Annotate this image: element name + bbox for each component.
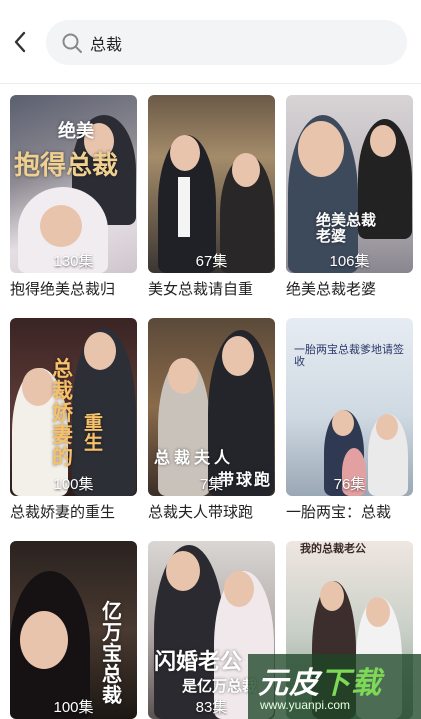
drama-card[interactable]: 67集 美女总裁请自重 [148,95,275,301]
episode-count: 130集 [53,253,94,270]
poster-title-art: 闪婚老公 [154,649,243,675]
poster-image: 绝美 抱得总裁 130集 [10,95,137,273]
search-box[interactable] [46,20,407,65]
poster-image: 67集 [148,95,275,273]
episode-count: 100集 [53,476,94,493]
poster-title-art: 一胎两宝总裁爹地请签收 [294,343,404,368]
poster-title-art: 我的总裁老公 [300,542,366,555]
poster-title-art: 亿万宝总裁 [102,599,122,707]
episode-count: 106集 [329,253,370,270]
episode-count: 76集 [333,476,366,493]
drama-title: 总裁夫人带球跑 [148,504,254,521]
drama-title: 抱得绝美总裁归 [10,281,116,298]
watermark-text: 下载 [320,667,382,700]
episode-count: 67集 [195,253,228,270]
poster-image: 一胎两宝总裁爹地请签收 76集 [286,318,413,496]
watermark-url: www.yuanpi.com [260,698,351,712]
poster-image: 亿万宝总裁 100集 [10,541,137,719]
drama-card[interactable]: 绝美总裁老婆 106集 绝美总裁老婆 [286,95,413,301]
drama-title: 一胎两宝：总裁 [286,504,392,521]
poster-title-art: 是亿万总裁 [182,677,258,695]
poster-title-art: 抱得总裁 [14,151,119,181]
poster-title-art: 总裁娇妻的 [52,356,73,470]
drama-card[interactable]: 绝美 抱得总裁 130集 抱得绝美总裁归 [10,95,137,301]
poster-image: 总裁娇妻的 重生 100集 [10,318,137,496]
results-grid: 绝美 抱得总裁 130集 抱得绝美总裁归 67集 美女总裁请自重 绝美总裁老婆 … [10,95,413,719]
search-input[interactable] [90,33,370,52]
poster-title-art: 重生 [84,412,104,454]
drama-card[interactable]: 亿万宝总裁 100集 [10,541,137,719]
episode-count: 7集 [199,476,224,493]
site-watermark: 元皮下载 www.yuanpi.com [248,654,421,719]
drama-card[interactable]: 总裁夫人 带球跑 7集 总裁夫人带球跑 [148,318,275,524]
watermark-text: 元皮 [258,667,320,700]
top-bar [0,0,421,84]
poster-title-art: 绝美 [58,121,94,142]
poster-title-art: 绝美总裁老婆 [316,211,377,245]
drama-title: 总裁娇妻的重生 [10,504,116,521]
chevron-left-icon [14,31,26,53]
search-icon [60,31,84,55]
drama-card[interactable]: 总裁娇妻的 重生 100集 总裁娇妻的重生 [10,318,137,524]
drama-title: 绝美总裁老婆 [286,281,377,298]
poster-title-art: 总裁夫人 [154,448,235,467]
poster-image: 绝美总裁老婆 106集 [286,95,413,273]
back-button[interactable] [6,26,34,58]
poster-image: 总裁夫人 带球跑 7集 [148,318,275,496]
drama-title: 美女总裁请自重 [148,281,254,298]
episode-count: 100集 [53,699,94,716]
drama-card[interactable]: 一胎两宝总裁爹地请签收 76集 一胎两宝：总裁 [286,318,413,524]
